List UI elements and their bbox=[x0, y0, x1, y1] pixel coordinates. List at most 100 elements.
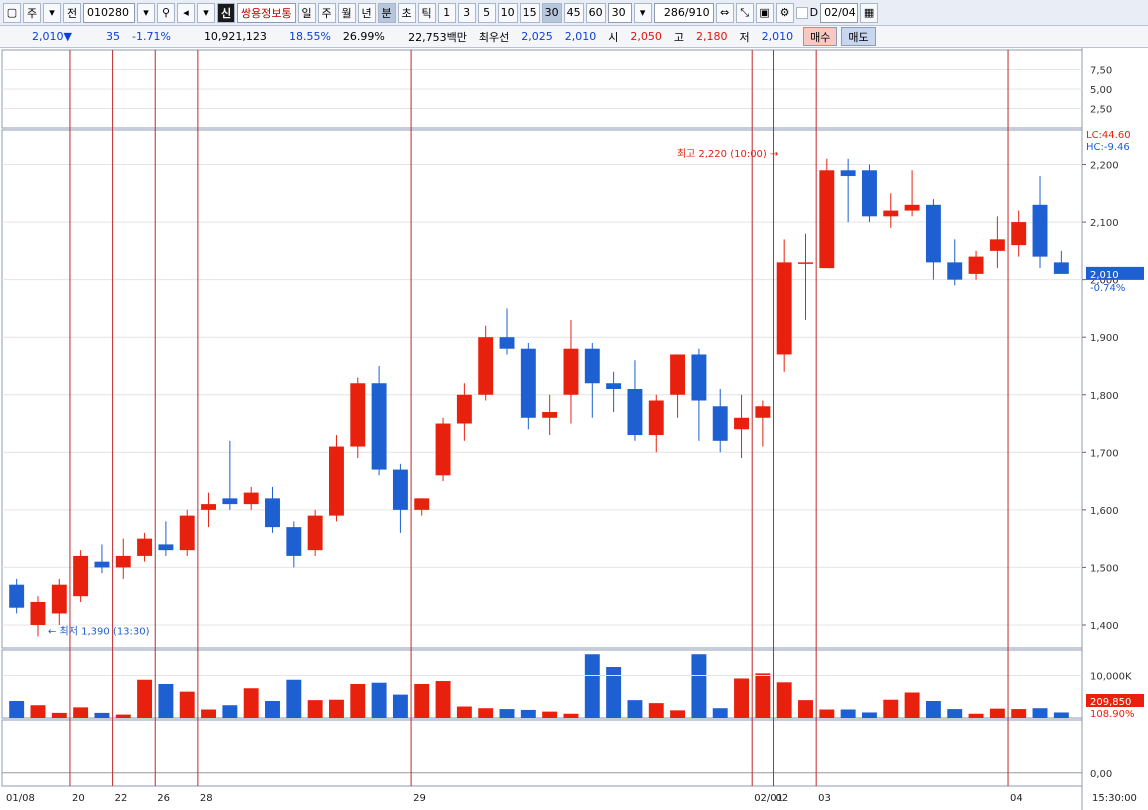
market-select[interactable]: 주 bbox=[23, 2, 41, 23]
volume-bar bbox=[648, 703, 664, 718]
stoch-tick-label: 2,50 bbox=[1090, 105, 1112, 116]
candle-body bbox=[201, 504, 217, 510]
chevron-down-icon[interactable]: ▾ bbox=[197, 2, 215, 23]
candle-body bbox=[1053, 262, 1069, 274]
count-display: 286/910 bbox=[653, 2, 714, 23]
stock-chart[interactable]: 2,2002,1002,0001,9001,8001,7001,6001,500… bbox=[0, 48, 1148, 810]
candle-body bbox=[51, 584, 67, 614]
stock-name: 쌍용정보통 bbox=[237, 2, 296, 23]
candle-body bbox=[179, 515, 195, 551]
zoom-icon[interactable]: ⇔ bbox=[715, 2, 734, 23]
volume-bar bbox=[30, 705, 46, 718]
volume-bar bbox=[627, 700, 643, 718]
macd-tick-label: 0,00 bbox=[1090, 769, 1112, 780]
volume-bar bbox=[94, 712, 110, 718]
vol-current-label: 209,850 bbox=[1090, 697, 1131, 708]
low-price: 2,010 bbox=[761, 30, 794, 43]
chevron-down-icon[interactable]: ▾ bbox=[633, 2, 652, 23]
checkbox-label: D bbox=[809, 6, 819, 19]
period-week[interactable]: 주 bbox=[317, 2, 336, 23]
volume-bar bbox=[9, 701, 25, 718]
search-icon[interactable]: ⚲ bbox=[157, 2, 175, 23]
minute-3[interactable]: 3 bbox=[457, 2, 476, 23]
candle-body bbox=[798, 262, 813, 264]
chevron-down-icon[interactable]: ▾ bbox=[43, 2, 61, 23]
period-year[interactable]: 년 bbox=[357, 2, 376, 23]
trade-amount: 22,753백만 bbox=[408, 30, 467, 44]
volume-bar bbox=[734, 678, 750, 718]
candle-body bbox=[1032, 204, 1048, 257]
price-tick-label: 2,200 bbox=[1090, 161, 1119, 172]
volume-tick-label: 10,000K bbox=[1090, 672, 1132, 683]
candle-body bbox=[520, 348, 536, 418]
period-day[interactable]: 일 bbox=[297, 2, 316, 23]
buy-button[interactable]: 매수 bbox=[803, 27, 838, 46]
open-price: 2,050 bbox=[630, 30, 662, 43]
candle-body bbox=[584, 348, 600, 384]
candle-body bbox=[904, 204, 920, 211]
candle-body bbox=[819, 170, 835, 269]
calendar-icon[interactable]: ▦ bbox=[860, 2, 879, 23]
minute-15[interactable]: 15 bbox=[519, 2, 540, 23]
candle-body bbox=[286, 527, 302, 556]
current-price-label: 2,010 bbox=[1090, 270, 1119, 281]
volume-bar bbox=[328, 699, 344, 718]
volume-bar bbox=[904, 692, 920, 718]
period-minute[interactable]: 분 bbox=[377, 2, 396, 23]
macd-panel bbox=[1, 719, 1083, 787]
candle-body bbox=[627, 389, 643, 436]
minute-10[interactable]: 10 bbox=[497, 2, 518, 23]
volume-bar bbox=[947, 709, 963, 718]
volume-bar bbox=[670, 710, 686, 718]
minute-5[interactable]: 5 bbox=[477, 2, 496, 23]
sell-button[interactable]: 매도 bbox=[841, 27, 876, 46]
volume-bar bbox=[584, 654, 600, 718]
rate2: 26.99% bbox=[342, 30, 385, 43]
minute-60[interactable]: 60 bbox=[585, 2, 606, 23]
minute-45[interactable]: 45 bbox=[563, 2, 584, 23]
volume-bar bbox=[222, 705, 238, 718]
candle-body bbox=[776, 262, 792, 355]
candle-body bbox=[712, 406, 728, 441]
period-tick[interactable]: 틱 bbox=[417, 2, 436, 23]
period-second[interactable]: 초 bbox=[397, 2, 416, 23]
code-dropdown-icon[interactable]: ▾ bbox=[137, 2, 155, 23]
change-pct: -1.71% bbox=[132, 30, 171, 43]
candle-body bbox=[73, 555, 89, 597]
date-tick-label: 20 bbox=[72, 793, 85, 804]
price-tick-label: 1,500 bbox=[1090, 563, 1119, 574]
speaker-icon[interactable]: ◂ bbox=[177, 2, 195, 23]
current-price: 2,010▼ bbox=[32, 30, 72, 43]
minute-1[interactable]: 1 bbox=[437, 2, 456, 23]
d-checkbox[interactable] bbox=[795, 6, 808, 19]
candle-body bbox=[606, 383, 622, 389]
date-input[interactable]: 02/04 bbox=[820, 2, 859, 23]
candle-body bbox=[670, 354, 686, 395]
volume-bar bbox=[499, 709, 515, 718]
volume-bar bbox=[925, 701, 941, 718]
candle-body bbox=[755, 406, 771, 418]
minute-30[interactable]: 30 bbox=[541, 2, 562, 23]
volume-bar bbox=[563, 713, 579, 718]
period-month[interactable]: 월 bbox=[337, 2, 356, 23]
date-tick-label: 28 bbox=[200, 793, 213, 804]
candle-body bbox=[414, 498, 430, 510]
date-tick-label: 01/08 bbox=[6, 793, 35, 804]
save-icon[interactable]: ▣ bbox=[755, 2, 774, 23]
min-note: ← 최저 1,390 (13:30) bbox=[48, 626, 150, 638]
volume-bar bbox=[989, 708, 1005, 718]
volume-bar bbox=[1032, 708, 1048, 718]
gear-icon[interactable]: ⚙ bbox=[775, 2, 794, 23]
draw-icon[interactable]: ⤡ bbox=[735, 2, 754, 23]
candle-body bbox=[563, 348, 579, 395]
prev-button[interactable]: 전 bbox=[63, 2, 81, 23]
candle-body bbox=[350, 383, 366, 447]
minute-input[interactable]: 30 bbox=[607, 2, 632, 23]
volume-bar bbox=[520, 709, 536, 718]
stock-code-input[interactable]: 010280 bbox=[83, 2, 135, 23]
toolbar: ▢ 주 ▾ 전 010280 ▾ ⚲ ◂ ▾ 신 쌍용정보통 일 주 월 년 분… bbox=[0, 0, 1148, 26]
candle-body bbox=[989, 239, 1005, 251]
menu-icon[interactable]: ▢ bbox=[3, 2, 21, 23]
price-tick-label: 1,700 bbox=[1090, 448, 1119, 459]
volume-bar bbox=[286, 679, 302, 718]
